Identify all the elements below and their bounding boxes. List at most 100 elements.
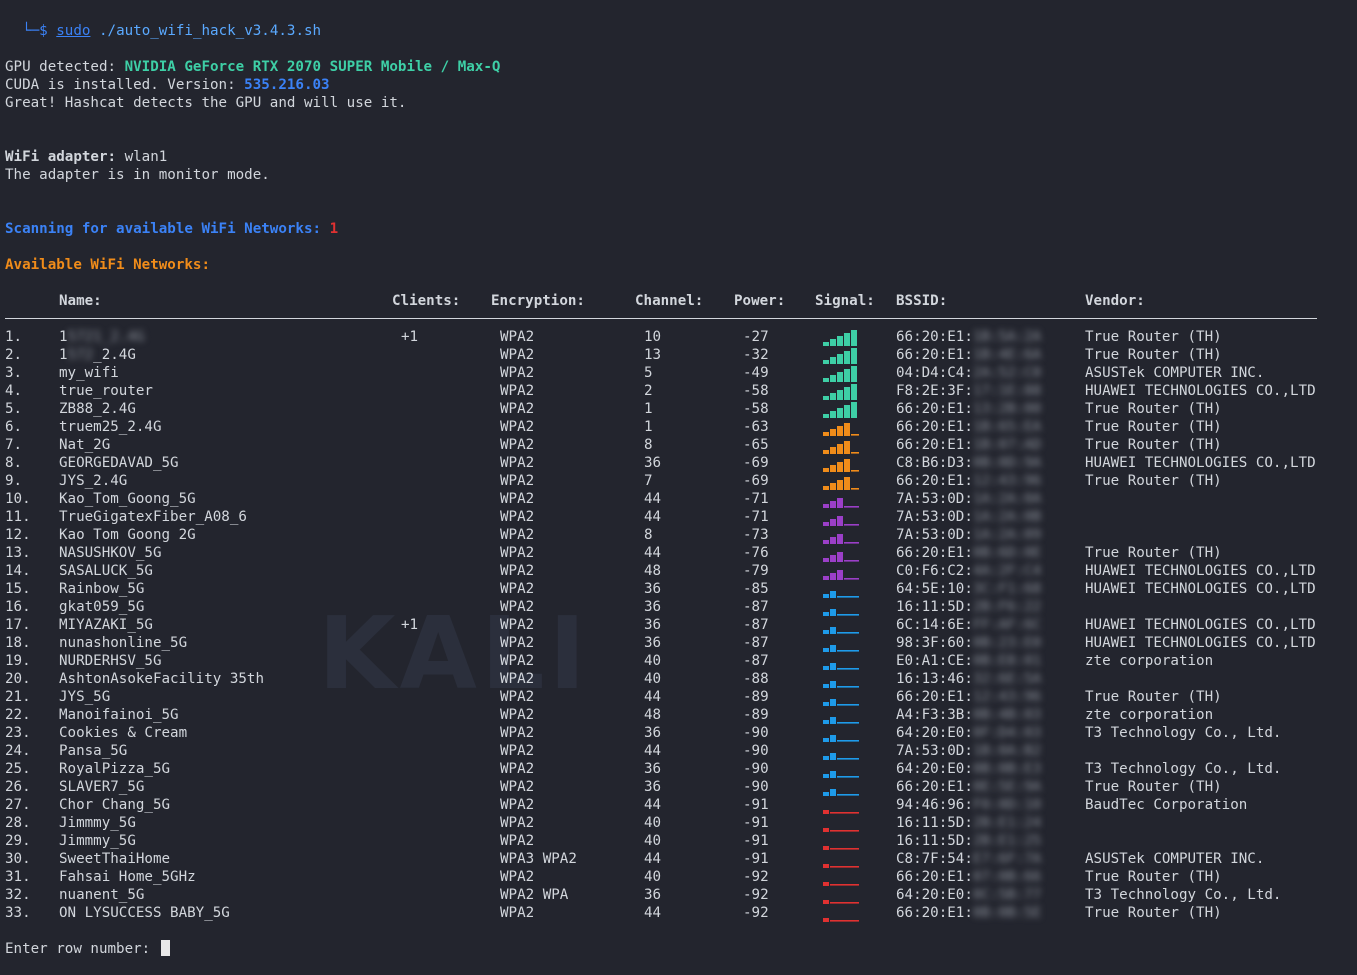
signal-strength-icon [823,900,859,904]
table-row: 21. JYS_5G WPA2 44 -89 66:20:E1:12:43:96 True … [0,688,1357,706]
signal-bar [830,339,836,346]
table-row: 24. Pansa_5G WPA2 44 -90 7A:53:0D:1B:0A:B2 [0,742,1357,760]
row-number: 2. [5,347,23,363]
network-name-redacted: 572 [67,347,94,363]
bssid-prefix: 66:20:E1: [896,329,973,345]
adapter-line: WiFi adapter: wlan1 [5,148,167,166]
signal-bar [837,498,843,508]
bssid-prefix: 64:20:E0: [896,725,973,741]
row-number: 31. [5,869,31,885]
row-number: 24. [5,743,31,759]
signal-strength-icon [823,810,859,814]
channel-number: 44 [644,905,662,921]
table-row: 22. Manoifainoi_5G WPA2 48 -89 A4:F3:3B:0B:4B… [0,706,1357,724]
signal-strength-icon [823,348,857,364]
power-value: -92 [743,869,769,885]
prompt-symbol: └─$ [22,23,48,39]
signal-bar [830,465,836,472]
table-row: 20. AshtonAsokeFacility 35th WPA2 40 -88 16:1… [0,670,1357,688]
gpu-label: GPU detected: [5,59,117,75]
header-encryption: Encryption: [491,293,585,309]
channel-number: 44 [644,743,662,759]
table-row: 19. NURDERHSV_5G WPA2 40 -87 E0:A1:CE:0B:E8:0… [0,652,1357,670]
channel-number: 40 [644,833,662,849]
cuda-version: 535.216.03 [244,77,330,93]
power-value: -92 [743,887,769,903]
bssid: 94:46:96:F0:0D:10 [896,796,1041,814]
bssid-redacted: 0E:5E:9A [972,779,1042,795]
signal-bar [830,699,836,706]
table-row: 5. ZB88_2.4G WPA2 1 -58 66:20:E1:13:2B:00 True… [0,400,1357,418]
bssid: C8:B6:D3:0B:0D:9A [896,454,1041,472]
bssid-prefix: C8:7F:54: [896,851,973,867]
signal-strength-icon [823,663,859,670]
encryption-type: WPA2 [500,455,535,471]
bssid-redacted: 0B:23:E0 [972,635,1042,651]
header-clients: Clients: [392,293,461,309]
network-name-text: Manoifainoi_5G [59,707,179,723]
network-name: Cookies & Cream [59,724,187,742]
bssid-prefix: 16:13:46: [896,671,973,687]
cuda-label: CUDA is installed. Version: [5,77,236,93]
bssid: 66:20:E1:0E:5E:9A [896,778,1041,796]
row-number: 8. [5,455,23,471]
power-value: -90 [743,761,769,777]
channel-number: 36 [644,761,662,777]
signal-bar [830,717,836,724]
signal-bar [830,483,836,490]
row-number: 19. [5,653,31,669]
signal-bar [830,663,836,670]
encryption-type: WPA2 [500,383,535,399]
bssid-prefix: F8:2E:3F: [896,383,973,399]
bssid-prefix: 7A:53:0D: [896,491,973,507]
network-name-text: RoyalPizza_5G [59,761,171,777]
signal-strength-icon [823,717,859,724]
channel-number: 44 [644,689,662,705]
signal-strength-icon [823,552,859,562]
network-name: gkat059_5G [59,598,144,616]
network-name-text: my_wifi [59,365,119,381]
power-value: -91 [743,815,769,831]
channel-number: 1 [644,401,653,417]
vendor-name: True Router (TH) [1085,869,1222,885]
text-cursor[interactable] [160,940,170,956]
row-number: 28. [5,815,31,831]
bssid: C0:F6:C2:4A:2F:C4 [896,562,1041,580]
network-name-text: Kao_Tom_Goong_5G [59,491,196,507]
header-channel: Channel: [635,293,704,309]
signal-baseline [851,920,859,922]
signal-bar [837,480,843,490]
bssid: 6C:14:6E:FF:AF:6C [896,616,1041,634]
channel-number: 8 [644,437,653,453]
signal-bar [837,570,843,580]
network-name-text: SLAVER7_5G [59,779,145,795]
gpu-name: NVIDIA GeForce RTX 2070 SUPER Mobile / M… [124,59,501,75]
bssid-redacted: 1A:2A:0A [972,491,1042,507]
network-name: GEORGEDAVAD_5G [59,454,179,472]
row-number: 22. [5,707,31,723]
network-name-text: MIYAZAKI_5G [59,617,153,633]
monitor-mode-message: The adapter is in monitor mode. [5,167,270,183]
bssid-prefix: 6C:14:6E: [896,617,973,633]
table-row: 23. Cookies & Cream WPA2 36 -90 64:20:E0:0F:D… [0,724,1357,742]
channel-number: 36 [644,887,662,903]
bssid: 7A:53:0D:1A:2A:0A [896,490,1041,508]
table-row: 27. Chor Chang_5G WPA2 44 -91 94:46:96:F0:0D:… [0,796,1357,814]
encryption-type: WPA2 [500,635,535,651]
bssid-redacted: 0F:D4:03 [972,725,1042,741]
signal-bar [830,573,836,580]
power-value: -92 [743,905,769,921]
row-number-prompt[interactable]: Enter row number: [5,940,170,958]
network-name-text: Nat_2G [59,437,111,453]
signal-bar [830,591,836,598]
network-name-redacted: 5721_2.4G [67,329,145,345]
bssid: A4:F3:3B:0B:4B:03 [896,706,1041,724]
sudo-link[interactable]: sudo [56,23,90,39]
table-row: 3. my_wifi WPA2 5 -49 04:D4:C4:2A:52:C0 ASUSTe… [0,364,1357,382]
vendor-name: True Router (TH) [1085,329,1222,345]
network-name: ZB88_2.4G [59,400,136,418]
encryption-type: WPA2 [500,797,535,813]
network-name: truem25_2.4G [59,418,162,436]
table-row: 29. Jimmmy_5G WPA2 40 -91 16:11:5D:2B:E1:25 [0,832,1357,850]
channel-number: 36 [644,455,662,471]
